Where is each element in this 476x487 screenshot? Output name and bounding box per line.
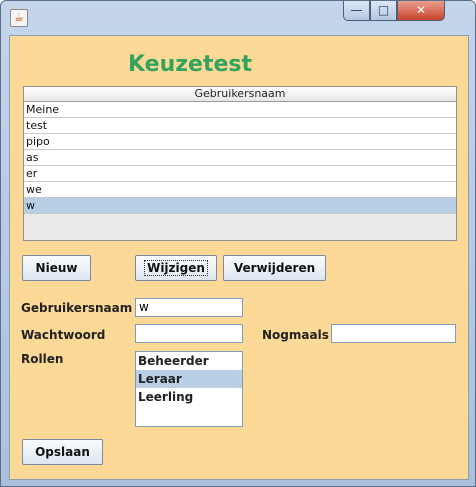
table-row[interactable]: as (24, 150, 456, 166)
gebruikersnaam-label: Gebruikersnaam (21, 301, 133, 315)
verwijderen-label: Verwijderen (233, 261, 316, 275)
maximize-button[interactable]: □ (370, 1, 397, 21)
nieuw-label: Nieuw (35, 261, 78, 275)
wachtwoord-label: Wachtwoord (21, 328, 106, 342)
table-row[interactable]: we (24, 182, 456, 198)
gebruikersnaam-field[interactable]: w (135, 298, 243, 317)
nogmaals-label: Nogmaals (262, 328, 329, 342)
minimize-button[interactable]: — (343, 1, 370, 21)
rollen-label: Rollen (21, 352, 64, 366)
application-window: ☕ — □ ✕ Keuzetest Gebruikersnaam Meine t… (0, 0, 476, 487)
opslaan-button[interactable]: Opslaan (22, 439, 103, 465)
list-item[interactable]: Beheerder (136, 352, 242, 370)
table-row[interactable]: er (24, 166, 456, 182)
table-row[interactable]: test (24, 118, 456, 134)
rollen-list[interactable]: Beheerder Leraar Leerling (135, 351, 243, 427)
java-cup-icon: ☕ (10, 9, 28, 27)
title-bar[interactable]: ☕ — □ ✕ (1, 1, 475, 35)
verwijderen-button[interactable]: Verwijderen (223, 255, 326, 281)
close-button[interactable]: ✕ (397, 1, 445, 21)
list-item[interactable]: Leerling (136, 388, 242, 406)
table-row[interactable]: pipo (24, 134, 456, 150)
opslaan-label: Opslaan (35, 445, 90, 459)
nogmaals-field[interactable] (331, 324, 456, 343)
wachtwoord-field[interactable] (135, 324, 243, 343)
table-header-gebruikersnaam[interactable]: Gebruikersnaam (24, 87, 456, 102)
content-panel: Keuzetest Gebruikersnaam Meine test pipo… (9, 35, 469, 480)
nieuw-button[interactable]: Nieuw (22, 255, 91, 281)
page-title: Keuzetest (128, 52, 253, 77)
list-item-selected[interactable]: Leraar (136, 370, 242, 388)
users-table: Gebruikersnaam Meine test pipo as er we … (23, 86, 457, 241)
table-row-selected[interactable]: w (24, 198, 456, 214)
wijzigen-label: Wijzigen (144, 260, 208, 276)
table-row[interactable]: Meine (24, 102, 456, 118)
wijzigen-button[interactable]: Wijzigen (135, 255, 217, 281)
